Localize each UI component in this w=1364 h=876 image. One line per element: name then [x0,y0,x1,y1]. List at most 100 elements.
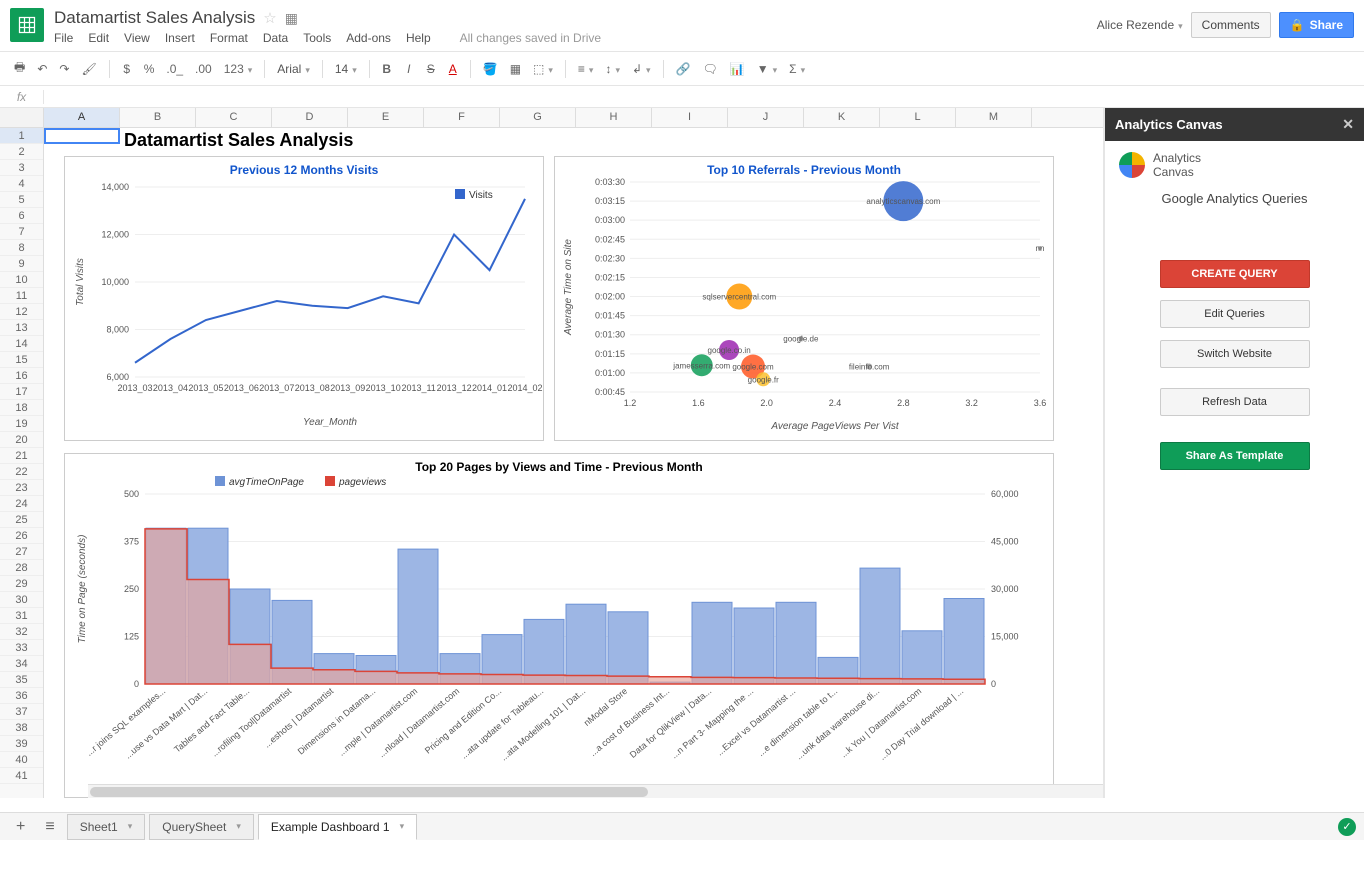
row-39[interactable]: 39 [0,736,43,752]
col-F[interactable]: F [424,108,500,127]
close-icon[interactable]: ✕ [1342,116,1354,133]
row-12[interactable]: 12 [0,304,43,320]
create-query-button[interactable]: CREATE QUERY [1160,260,1310,288]
all-sheets-button[interactable]: ≡ [37,814,62,840]
paint-format-icon[interactable]: 🖌 [77,60,100,78]
menu-format[interactable]: Format [210,31,248,45]
row-4[interactable]: 4 [0,176,43,192]
dec-decrease-icon[interactable]: .0_ [162,60,187,78]
menu-tools[interactable]: Tools [303,31,331,45]
bold-icon[interactable]: B [378,60,396,78]
chart-pages[interactable]: Top 20 Pages by Views and Time - Previou… [64,453,1054,798]
row-37[interactable]: 37 [0,704,43,720]
link-icon[interactable]: 🔗 [672,60,695,78]
row-38[interactable]: 38 [0,720,43,736]
functions-icon[interactable]: Σ [785,60,809,78]
row-2[interactable]: 2 [0,144,43,160]
row-15[interactable]: 15 [0,352,43,368]
row-27[interactable]: 27 [0,544,43,560]
filter-icon[interactable]: ▼ [753,60,781,78]
borders-icon[interactable]: ▦ [506,60,525,78]
menu-data[interactable]: Data [263,31,288,45]
tab-sheet1[interactable]: Sheet1 [67,814,146,840]
row-18[interactable]: 18 [0,400,43,416]
row-33[interactable]: 33 [0,640,43,656]
row-23[interactable]: 23 [0,480,43,496]
row-24[interactable]: 24 [0,496,43,512]
formula-input[interactable] [44,88,1364,106]
menu-addons[interactable]: Add-ons [346,31,391,45]
row-13[interactable]: 13 [0,320,43,336]
number-format-menu[interactable]: 123 [220,60,257,78]
italic-icon[interactable]: I [400,60,418,78]
dec-increase-icon[interactable]: .00 [191,60,216,78]
row-20[interactable]: 20 [0,432,43,448]
redo-icon[interactable]: ↷ [55,60,73,78]
row-3[interactable]: 3 [0,160,43,176]
row-41[interactable]: 41 [0,768,43,784]
chart-icon[interactable]: 📊 [726,60,749,78]
row-10[interactable]: 10 [0,272,43,288]
halign-icon[interactable]: ≡ [574,60,598,78]
row-30[interactable]: 30 [0,592,43,608]
folder-icon[interactable]: ▦ [285,10,298,27]
horizontal-scrollbar[interactable] [88,784,1103,798]
share-template-button[interactable]: Share As Template [1160,442,1310,470]
col-C[interactable]: C [196,108,272,127]
row-21[interactable]: 21 [0,448,43,464]
row-29[interactable]: 29 [0,576,43,592]
strike-icon[interactable]: S [422,60,440,78]
star-icon[interactable]: ☆ [263,9,276,27]
tab-dashboard[interactable]: Example Dashboard 1 [258,814,417,840]
col-G[interactable]: G [500,108,576,127]
select-all-corner[interactable] [0,108,44,127]
tab-querysheet[interactable]: QuerySheet [149,814,254,840]
sheet-canvas[interactable]: Datamartist Sales Analysis Previous 12 M… [44,128,1103,798]
active-cell[interactable] [44,128,120,144]
row-32[interactable]: 32 [0,624,43,640]
col-M[interactable]: M [956,108,1032,127]
col-H[interactable]: H [576,108,652,127]
row-5[interactable]: 5 [0,192,43,208]
col-E[interactable]: E [348,108,424,127]
print-icon[interactable]: 🖶 [10,56,29,81]
row-16[interactable]: 16 [0,368,43,384]
row-7[interactable]: 7 [0,224,43,240]
switch-website-button[interactable]: Switch Website [1160,340,1310,368]
fill-color-icon[interactable]: 🪣 [479,60,502,78]
comments-button[interactable]: Comments [1191,12,1271,38]
row-11[interactable]: 11 [0,288,43,304]
doc-title[interactable]: Datamartist Sales Analysis [54,8,255,28]
menu-view[interactable]: View [124,31,150,45]
row-35[interactable]: 35 [0,672,43,688]
add-sheet-button[interactable]: + [8,814,33,840]
col-J[interactable]: J [728,108,804,127]
col-L[interactable]: L [880,108,956,127]
row-25[interactable]: 25 [0,512,43,528]
row-8[interactable]: 8 [0,240,43,256]
share-button[interactable]: 🔒Share [1279,12,1354,38]
row-40[interactable]: 40 [0,752,43,768]
row-1[interactable]: 1 [0,128,43,144]
row-19[interactable]: 19 [0,416,43,432]
comment-icon[interactable]: 🗨 [699,60,722,78]
row-17[interactable]: 17 [0,384,43,400]
user-menu[interactable]: Alice Rezende [1097,18,1183,32]
row-26[interactable]: 26 [0,528,43,544]
row-9[interactable]: 9 [0,256,43,272]
refresh-data-button[interactable]: Refresh Data [1160,388,1310,416]
menu-help[interactable]: Help [406,31,431,45]
row-14[interactable]: 14 [0,336,43,352]
edit-queries-button[interactable]: Edit Queries [1160,300,1310,328]
row-34[interactable]: 34 [0,656,43,672]
col-I[interactable]: I [652,108,728,127]
merge-icon[interactable]: ⬚ [529,60,557,78]
undo-icon[interactable]: ↶ [33,60,51,78]
menu-edit[interactable]: Edit [88,31,109,45]
row-22[interactable]: 22 [0,464,43,480]
menu-insert[interactable]: Insert [165,31,195,45]
row-28[interactable]: 28 [0,560,43,576]
chart-visits[interactable]: Previous 12 Months Visits 6,0008,00010,0… [64,156,544,441]
row-6[interactable]: 6 [0,208,43,224]
text-color-icon[interactable]: A [444,60,462,78]
